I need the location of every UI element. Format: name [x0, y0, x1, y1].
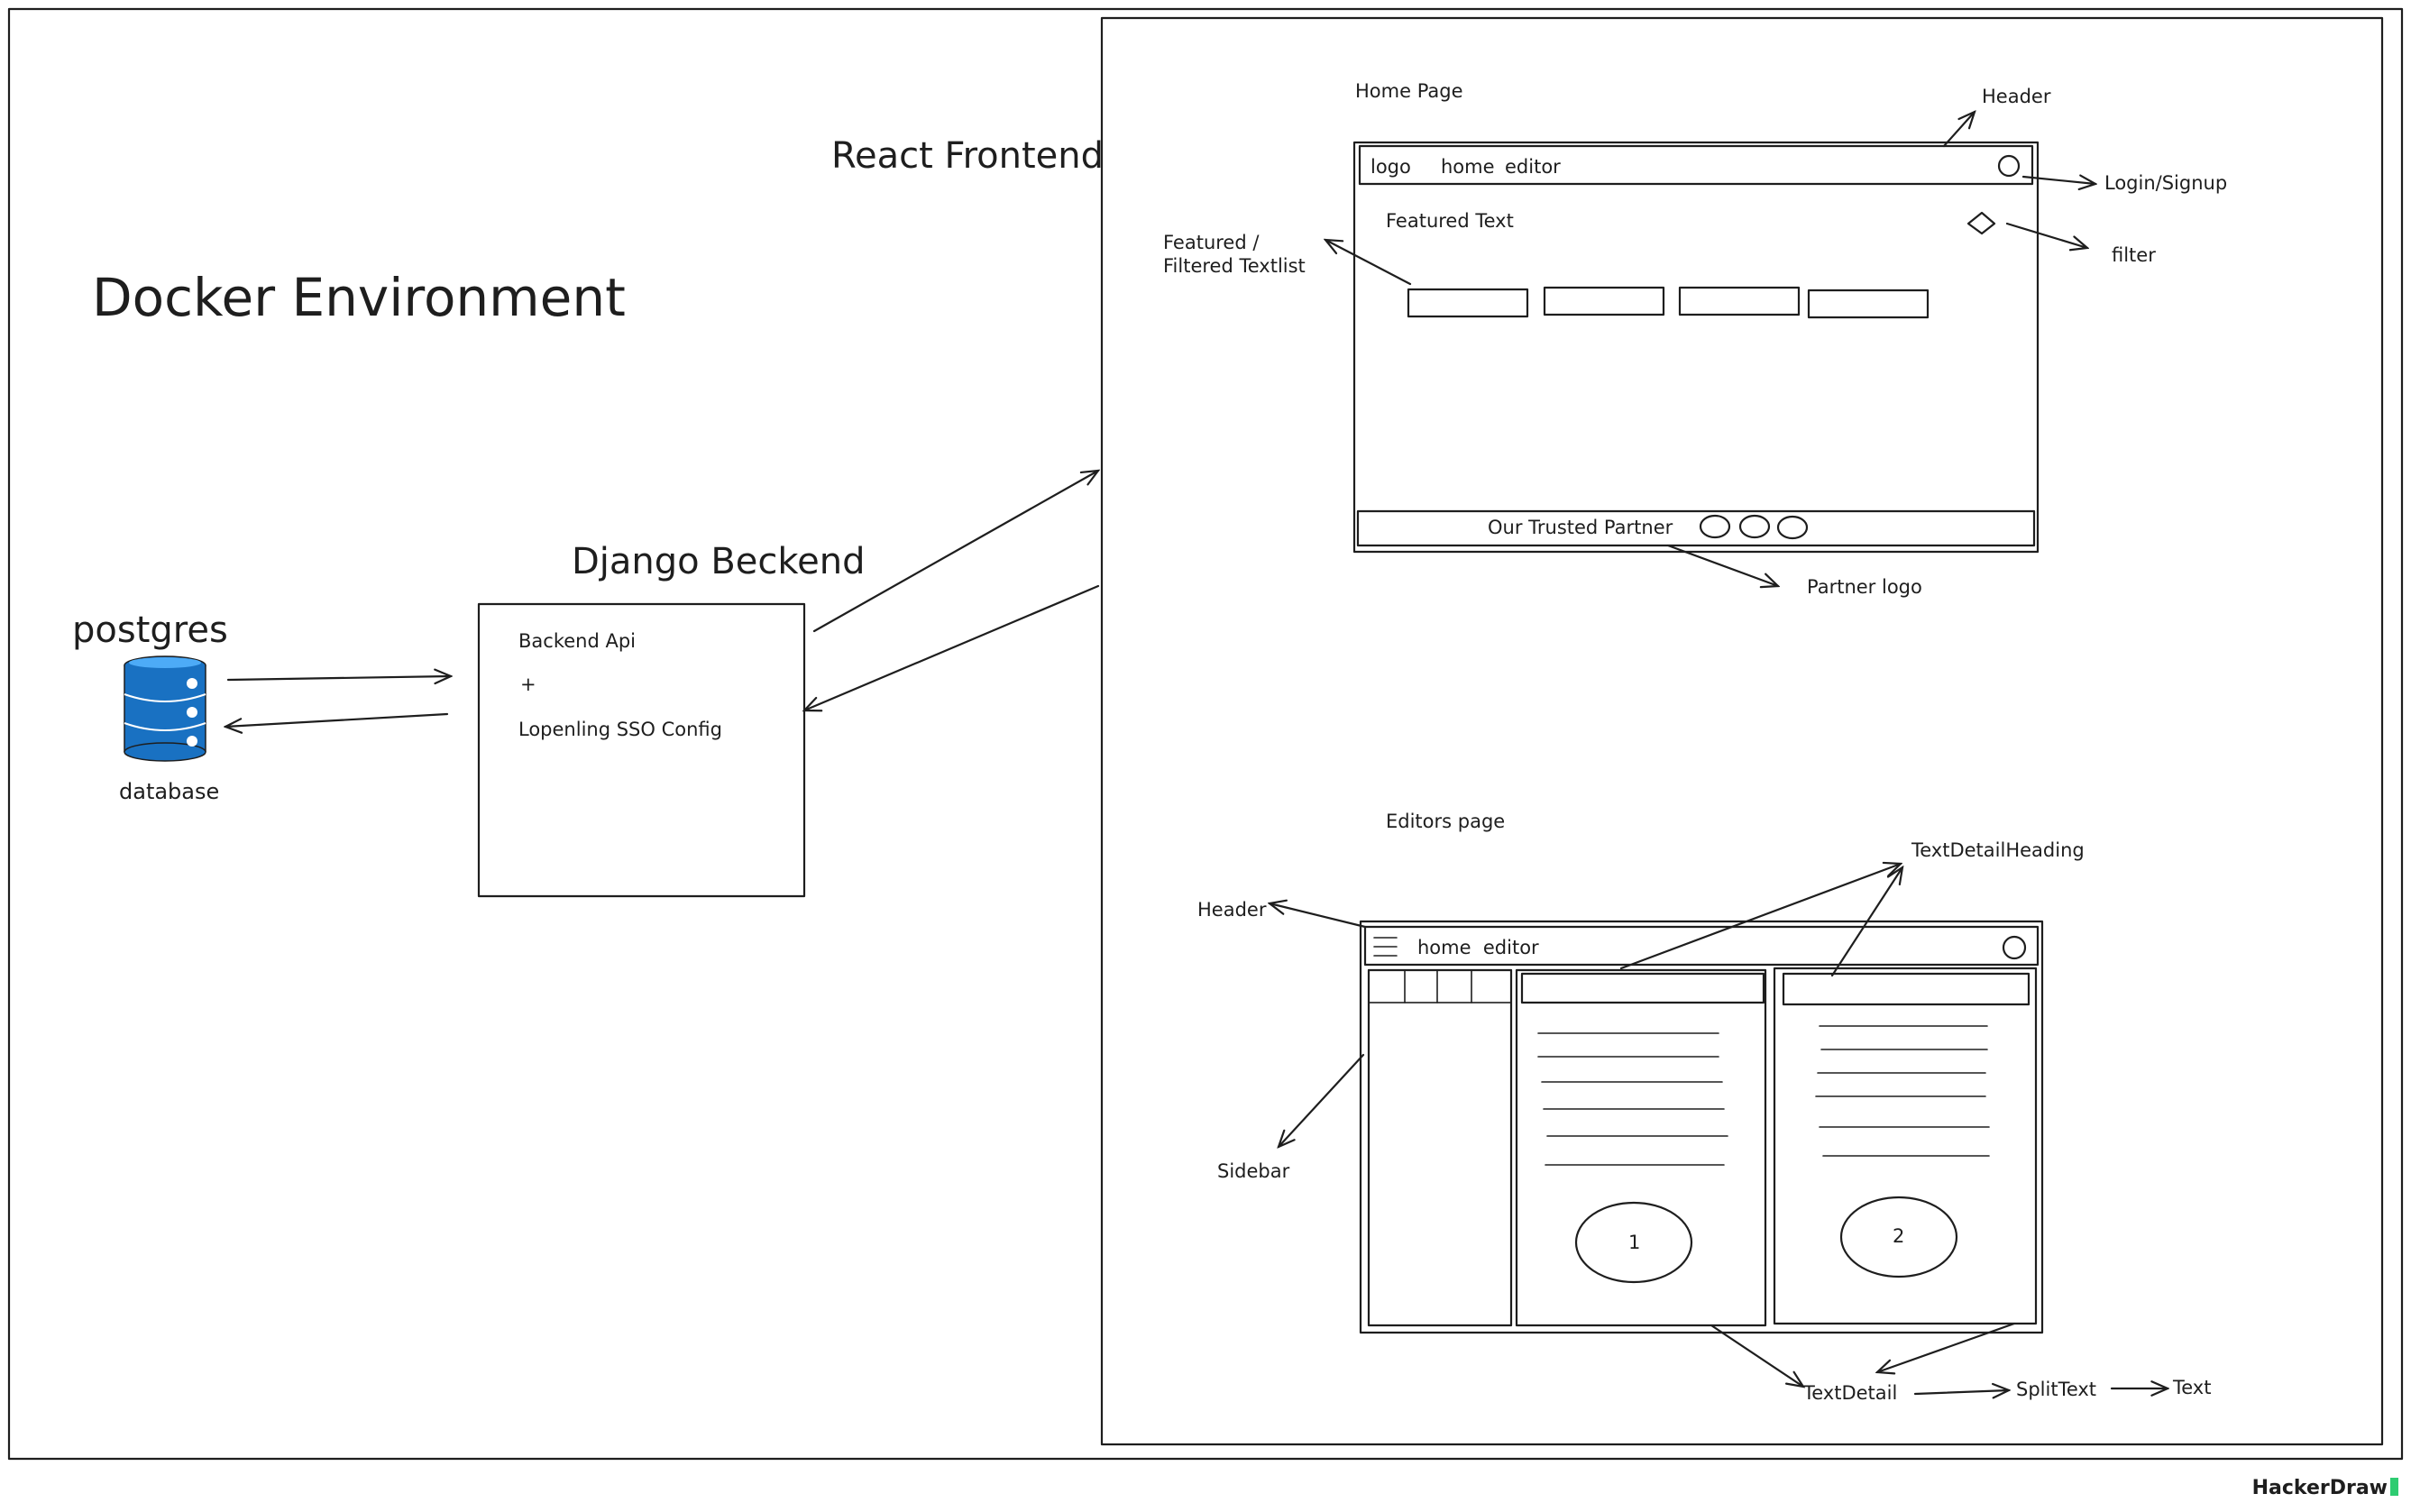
text-card-2 [1543, 286, 1665, 316]
react-frontend-title: React Frontend [831, 135, 1104, 177]
partner-logo-3 [1776, 515, 1809, 540]
annotation-sidebar: Sidebar [1217, 1160, 1290, 1182]
hackerdraw-brand: HackerDraw [2252, 1477, 2398, 1499]
annotation-text-detail: TextDetail [1802, 1382, 1897, 1404]
postgres-title: postgres [72, 609, 228, 651]
docker-environment-title: Docker Environment [92, 267, 626, 328]
text-panel-2 [1773, 967, 2038, 1325]
home-login-avatar [1997, 154, 2021, 178]
editor-nav-home-editor: home editor [1417, 937, 1539, 958]
text-panel-1-heading [1520, 972, 1765, 1004]
partner-logo-2 [1738, 514, 1771, 539]
database-label: database [119, 779, 219, 804]
annotation-textlist-line2: Filtered Textlist [1163, 255, 1306, 277]
sso-config-label: Lopenling SSO Config [518, 719, 722, 740]
text-panel-2-heading [1782, 972, 2031, 1006]
diagram-canvas: Docker Environment React Frontend postgr… [7, 7, 2404, 1461]
text-card-3 [1678, 286, 1801, 316]
brand-name: HackerDraw [2251, 1477, 2388, 1499]
annotation-text-detail-heading: TextDetailHeading [1911, 839, 2085, 861]
annotation-header-home: Header [1982, 86, 2051, 107]
annotation-filter: filter [2112, 244, 2156, 266]
partner-logo-1 [1699, 514, 1731, 539]
annotation-split-text: SplitText [2016, 1379, 2096, 1400]
home-footer-text: Our Trusted Partner [1488, 517, 1673, 538]
hamburger-menu-icon [1373, 937, 1398, 957]
home-page-wireframe: logo home editor Featured Text Our Trust… [1352, 141, 2040, 554]
text-card-1 [1407, 288, 1529, 318]
annotation-login-signup: Login/Signup [2104, 172, 2227, 194]
editors-page-wireframe: home editor 1 2 [1359, 920, 2044, 1334]
django-backend-title: Django Beckend [572, 541, 866, 582]
home-footer-bar [1356, 509, 2036, 547]
annotation-textlist-line1: Featured / [1163, 232, 1260, 253]
database-icon [124, 655, 206, 762]
text-panel-1-number: 1 [1628, 1232, 1640, 1253]
annotation-header-editor: Header [1197, 899, 1267, 921]
home-nav-editor: editor [1505, 156, 1561, 178]
text-panel-1 [1515, 968, 1767, 1327]
home-nav-home: home [1441, 156, 1495, 178]
home-nav-logo: logo [1371, 156, 1411, 178]
arrow-db-to-backend [226, 676, 451, 680]
react-frontend-frame [1100, 16, 2384, 1446]
annotation-text: Text [2172, 1377, 2211, 1398]
home-filter-diamond [1966, 211, 1996, 235]
backend-plus-label: + [520, 674, 536, 695]
editor-sidebar [1367, 968, 1513, 1327]
annotation-partner-logo: Partner logo [1807, 576, 1922, 598]
text-card-4 [1807, 289, 1930, 319]
brand-accent-mark [2390, 1478, 2398, 1496]
home-page-title: Home Page [1355, 80, 1463, 102]
editor-login-avatar [2002, 935, 2027, 960]
arrow-backend-to-db [225, 712, 449, 727]
arrow-frontend-to-backend [804, 584, 1100, 710]
text-panel-2-number: 2 [1893, 1225, 1904, 1247]
editors-page-title: Editors page [1386, 811, 1505, 832]
home-featured-text: Featured Text [1386, 210, 1514, 232]
backend-api-label: Backend Api [518, 630, 636, 652]
